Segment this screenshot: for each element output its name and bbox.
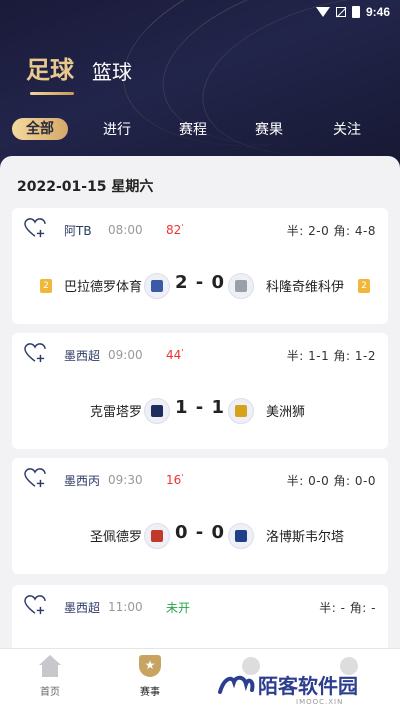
sport-tabs: 足球 篮球 xyxy=(26,50,132,95)
match-status: 未开 xyxy=(166,600,191,615)
filter-results[interactable]: 赛果 xyxy=(255,119,283,139)
tab-basketball[interactable]: 篮球 xyxy=(92,56,132,85)
league-name: 墨西超 xyxy=(64,348,101,363)
away-team-crest-icon xyxy=(228,273,254,299)
away-rank-badge: 2 xyxy=(358,279,370,293)
battery-icon xyxy=(351,6,360,18)
league-name: 墨西超 xyxy=(64,600,101,615)
status-bar: 9:46 xyxy=(0,0,400,24)
kickoff-time: 11:00 xyxy=(108,600,143,614)
no-signal-icon xyxy=(335,7,346,17)
match-card[interactable]: 墨西丙 09:30 16' 半: 0-0 角: 0-0 圣佩德罗 0 - 0 洛… xyxy=(12,458,388,574)
home-icon xyxy=(39,655,61,677)
kickoff-time: 09:30 xyxy=(108,473,143,487)
match-score: 2 - 0 xyxy=(174,272,226,293)
filter-tabs: 全部 进行 赛程 赛果 关注 xyxy=(12,118,392,140)
tab-football[interactable]: 足球 xyxy=(26,50,74,95)
away-team-crest-icon xyxy=(228,398,254,424)
clock: 9:46 xyxy=(365,5,390,19)
live-minute: 16' xyxy=(166,473,184,487)
home-team-name: 巴拉德罗体育 xyxy=(63,280,142,295)
nav-home-label: 首页 xyxy=(40,687,60,698)
watermark: 陌客软件园 IMOOC.XIN xyxy=(210,664,400,711)
date-header: 2022-01-15 星期六 xyxy=(17,179,154,195)
kickoff-time: 08:00 xyxy=(108,223,143,237)
half-corner-stats: 半: 1-1 角: 1-2 xyxy=(286,348,376,363)
away-team-crest-icon xyxy=(228,523,254,549)
watermark-subtitle: IMOOC.XIN xyxy=(296,698,344,706)
half-corner-stats: 半: 0-0 角: 0-0 xyxy=(286,473,376,488)
watermark-logo-icon xyxy=(218,675,255,694)
away-team-name: 洛博斯韦尔塔 xyxy=(266,530,345,545)
live-minute: 82' xyxy=(166,223,184,237)
home-team-name: 圣佩德罗 xyxy=(89,530,142,545)
away-team-name: 美洲狮 xyxy=(266,405,306,420)
filter-all[interactable]: 全部 xyxy=(12,118,68,140)
home-team-crest-icon xyxy=(144,398,170,424)
nav-home[interactable]: 首页 xyxy=(20,655,80,698)
filter-following[interactable]: 关注 xyxy=(333,119,361,139)
nav-matches-label: 赛事 xyxy=(140,687,160,698)
filter-schedule[interactable]: 赛程 xyxy=(179,119,207,139)
follow-heart-icon[interactable] xyxy=(24,595,46,615)
follow-heart-icon[interactable] xyxy=(24,468,46,488)
wifi-icon xyxy=(315,7,330,17)
half-corner-stats: 半: 2-0 角: 4-8 xyxy=(286,223,376,238)
match-score: 0 - 0 xyxy=(174,522,226,543)
match-card[interactable]: 墨西超 09:00 44' 半: 1-1 角: 1-2 克雷塔罗 1 - 1 美… xyxy=(12,333,388,449)
live-minute: 44' xyxy=(166,348,184,362)
follow-heart-icon[interactable] xyxy=(24,218,46,238)
away-team-name: 科隆奇维科伊 xyxy=(266,280,345,295)
follow-heart-icon[interactable] xyxy=(24,343,46,363)
home-team-crest-icon xyxy=(144,273,170,299)
home-team-name: 克雷塔罗 xyxy=(89,405,142,420)
match-list-panel: 2022-01-15 星期六 阿TB 08:00 82' 半: 2-0 角: 4… xyxy=(0,156,400,711)
kickoff-time: 09:00 xyxy=(108,348,143,362)
filter-live[interactable]: 进行 xyxy=(103,119,131,139)
match-icon: ★ xyxy=(139,655,161,677)
league-name: 阿TB xyxy=(64,223,92,238)
home-team-crest-icon xyxy=(144,523,170,549)
half-corner-stats: 半: - 角: - xyxy=(319,600,376,615)
match-score: 1 - 1 xyxy=(174,397,226,418)
header-banner xyxy=(0,0,400,170)
watermark-title: 陌客软件园 xyxy=(258,674,358,698)
league-name: 墨西丙 xyxy=(64,473,101,488)
match-card[interactable]: 阿TB 08:00 82' 半: 2-0 角: 4-8 2 巴拉德罗体育 2 -… xyxy=(12,208,388,324)
nav-matches[interactable]: ★ 赛事 xyxy=(120,655,180,698)
home-rank-badge: 2 xyxy=(40,279,52,293)
